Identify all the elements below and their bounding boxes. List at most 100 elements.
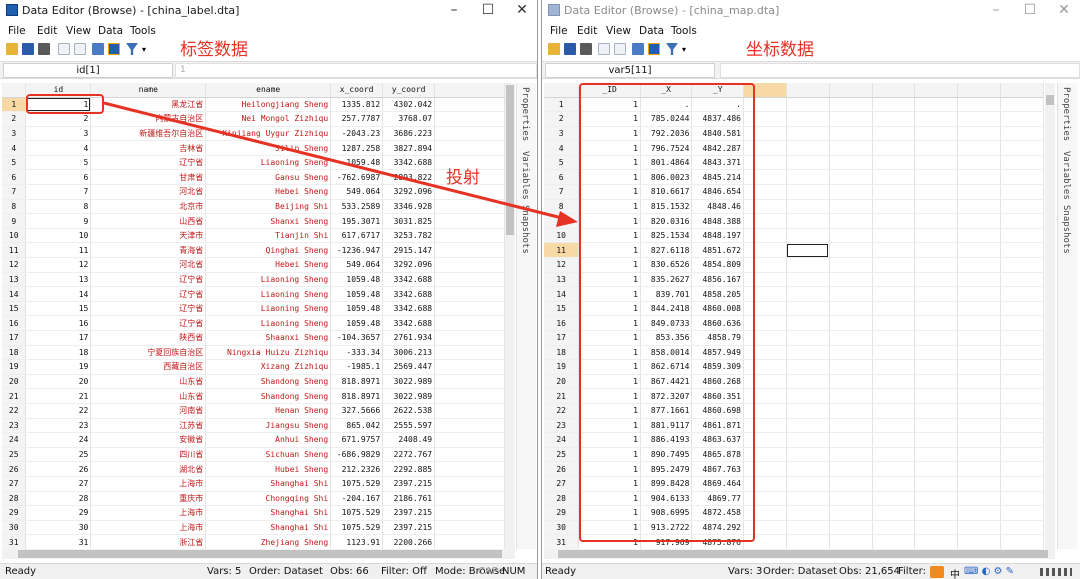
empty-cell[interactable] [914, 432, 959, 448]
row-number[interactable]: 3 [544, 126, 580, 142]
cell-id[interactable]: 24 [25, 432, 92, 448]
menu-tools[interactable]: Tools [130, 25, 156, 37]
empty-cell[interactable] [957, 228, 1002, 244]
cell-x-coord[interactable]: 1059.48 [330, 286, 384, 302]
row-number[interactable]: 24 [2, 432, 27, 448]
cell-value-field[interactable] [720, 63, 1080, 78]
empty-cell[interactable] [829, 330, 873, 346]
horizontal-scrollbar[interactable] [544, 549, 1055, 559]
cell-ename[interactable]: Ningxia Huizu Zizhiqu [205, 345, 332, 361]
cell-name[interactable]: 山东省 [90, 388, 207, 404]
empty-cell[interactable] [829, 505, 873, 521]
empty-cell[interactable] [1000, 228, 1044, 244]
empty-cell[interactable] [957, 418, 1002, 434]
cell-id[interactable]: 28 [25, 491, 92, 507]
empty-cell[interactable] [1000, 534, 1044, 549]
copy-icon[interactable] [58, 43, 70, 55]
cell-id[interactable]: 13 [25, 272, 92, 288]
save-icon[interactable] [564, 43, 576, 55]
cell-id[interactable]: 16 [25, 315, 92, 331]
row-number[interactable]: 16 [544, 315, 580, 331]
cell-ename[interactable]: Shanghai Shi [205, 520, 332, 536]
cell-name[interactable]: 安徽省 [90, 432, 207, 448]
scrollbar-thumb[interactable] [558, 550, 1048, 558]
empty-cell[interactable] [872, 213, 916, 229]
empty-cell[interactable] [829, 315, 873, 331]
empty-cell[interactable] [786, 140, 830, 156]
empty-cell[interactable] [872, 126, 916, 142]
cell-id[interactable]: 21 [25, 388, 92, 404]
cell-name[interactable]: 西藏自治区 [90, 359, 207, 375]
cell-id[interactable]: 8 [25, 199, 92, 215]
cell-y-coord[interactable]: 2397.215 [382, 520, 436, 536]
table-row[interactable]: 7 7 河北省 Hebei Sheng 549.064 3292.096 [2, 184, 505, 200]
empty-cell[interactable] [786, 418, 830, 434]
cell-y-coord[interactable]: 2569.447 [382, 359, 436, 375]
cell-y-coord[interactable]: 3292.096 [382, 257, 436, 273]
cell-y-coord[interactable]: 2408.49 [382, 432, 436, 448]
empty-cell[interactable] [786, 272, 830, 288]
empty-cell[interactable] [957, 140, 1002, 156]
row-number[interactable]: 4 [544, 140, 580, 156]
cell-y-coord[interactable]: 3006.213 [382, 345, 436, 361]
edit-mode-icon[interactable] [632, 43, 644, 55]
open-icon[interactable] [548, 43, 560, 55]
cell-x-coord[interactable]: 1059.48 [330, 272, 384, 288]
cell-id[interactable]: 27 [25, 476, 92, 492]
cell-id[interactable]: 7 [25, 184, 92, 200]
empty-cell[interactable] [914, 126, 959, 142]
menu-file[interactable]: File [8, 25, 26, 37]
cell-ename[interactable]: Hebei Sheng [205, 257, 332, 273]
row-number[interactable]: 26 [544, 461, 580, 477]
cell-id[interactable]: 11 [25, 242, 92, 259]
cell-id[interactable]: 20 [25, 374, 92, 390]
empty-cell[interactable] [957, 213, 1002, 229]
cell-y-coord[interactable]: 3342.688 [382, 315, 436, 331]
cell-name[interactable]: 陕西省 [90, 330, 207, 346]
row-number[interactable]: 14 [544, 286, 580, 302]
menu-data[interactable]: Data [98, 25, 123, 37]
cell-x-coord[interactable]: 1059.48 [330, 155, 384, 171]
empty-cell[interactable] [1000, 140, 1044, 156]
row-number[interactable]: 23 [544, 418, 580, 434]
empty-cell[interactable] [786, 184, 830, 200]
cell-name-box[interactable]: id[1] [3, 63, 173, 78]
cell-y-coord[interactable]: 3342.688 [382, 272, 436, 288]
cell-ename[interactable]: Liaoning Sheng [205, 286, 332, 302]
row-number[interactable]: 21 [2, 388, 27, 404]
row-number[interactable]: 30 [2, 520, 27, 536]
empty-cell[interactable] [829, 359, 873, 375]
empty-cell[interactable] [786, 301, 830, 317]
empty-cell[interactable] [786, 169, 830, 186]
empty-cell[interactable] [786, 213, 830, 229]
row-number[interactable]: 9 [2, 213, 27, 229]
cell-y-coord[interactable]: 3292.096 [382, 184, 436, 200]
cell-name[interactable]: 河南省 [90, 403, 207, 419]
cell-name[interactable]: 湖北省 [90, 461, 207, 477]
table-row[interactable]: 4 4 吉林省 Jilin Sheng 1287.258 3827.894 [2, 140, 505, 156]
table-row[interactable]: 13 13 辽宁省 Liaoning Sheng 1059.48 3342.688 [2, 272, 505, 288]
empty-cell[interactable] [1000, 169, 1044, 186]
browse-mode-icon[interactable] [648, 43, 660, 55]
empty-cell[interactable] [914, 140, 959, 156]
empty-cell[interactable] [829, 432, 873, 448]
cell-ename[interactable]: Nei Mongol Zizhiqu [205, 111, 332, 127]
empty-cell[interactable] [914, 184, 959, 200]
empty-cell[interactable] [914, 418, 959, 434]
cell-id[interactable]: 31 [25, 534, 92, 549]
empty-cell[interactable] [957, 505, 1002, 521]
cell-id[interactable]: 18 [25, 345, 92, 361]
filter-icon[interactable] [126, 43, 138, 55]
row-number[interactable]: 31 [2, 534, 27, 549]
row-number[interactable]: 16 [2, 315, 27, 331]
empty-cell[interactable] [914, 374, 959, 390]
empty-cell[interactable] [786, 491, 830, 507]
empty-cell[interactable] [914, 169, 959, 186]
cell-x-coord[interactable]: 617.6717 [330, 228, 384, 244]
empty-cell[interactable] [786, 505, 830, 521]
empty-cell[interactable] [829, 534, 873, 549]
empty-cell[interactable] [829, 257, 873, 273]
empty-cell[interactable] [829, 461, 873, 477]
empty-cell[interactable] [1000, 315, 1044, 331]
cell-x-coord[interactable]: 195.3071 [330, 213, 384, 229]
